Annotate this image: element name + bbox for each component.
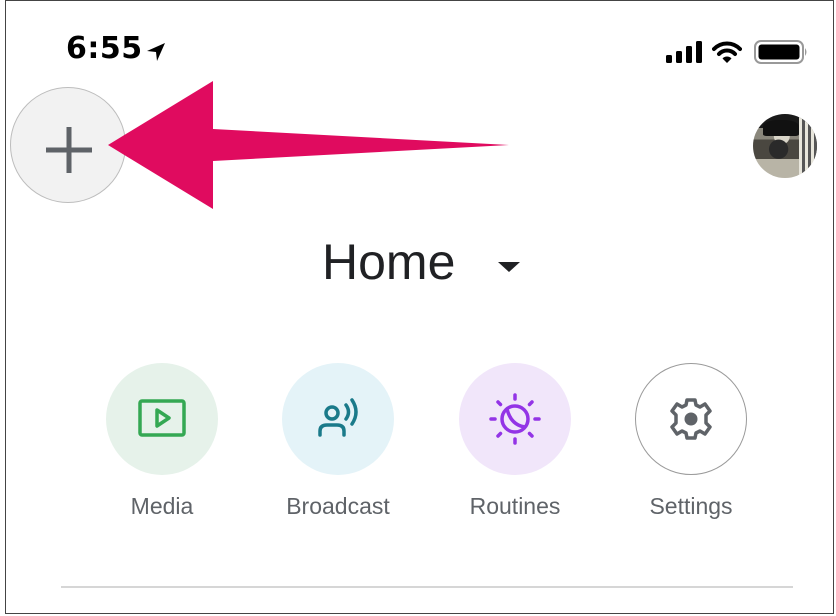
- location-arrow-icon: [147, 43, 165, 61]
- status-time: 6:55: [66, 31, 143, 66]
- account-avatar[interactable]: [753, 114, 817, 178]
- broadcast-icon: [318, 398, 358, 437]
- media-button[interactable]: Media: [92, 363, 232, 520]
- settings-circle: [635, 363, 747, 475]
- broadcast-label: Broadcast: [286, 493, 390, 519]
- home-selector-title[interactable]: Home: [322, 233, 455, 291]
- avatar-hat-shape: [763, 120, 799, 136]
- avatar-background: [799, 114, 817, 178]
- routines-button[interactable]: Routines: [445, 363, 585, 520]
- annotation-arrow-icon: [108, 81, 509, 209]
- routines-label: Routines: [469, 493, 561, 519]
- section-divider: [61, 586, 793, 588]
- media-play-icon: [138, 399, 186, 437]
- media-circle: [106, 363, 218, 475]
- media-label: Media: [130, 493, 194, 519]
- routines-icon: [489, 393, 541, 445]
- battery-icon: [754, 40, 807, 64]
- cellular-signal-icon: [666, 41, 702, 63]
- settings-label: Settings: [649, 493, 733, 519]
- caret-down-icon[interactable]: [497, 261, 521, 273]
- gear-icon: [670, 398, 712, 440]
- plus-icon: [46, 127, 92, 173]
- broadcast-circle: [282, 363, 394, 475]
- routines-circle: [459, 363, 571, 475]
- broadcast-button[interactable]: Broadcast: [268, 363, 408, 520]
- wifi-icon: [712, 41, 742, 63]
- app-screen: 6:55 Home Media Broadcast Routines Setti…: [5, 0, 834, 614]
- settings-button[interactable]: Settings: [621, 363, 761, 520]
